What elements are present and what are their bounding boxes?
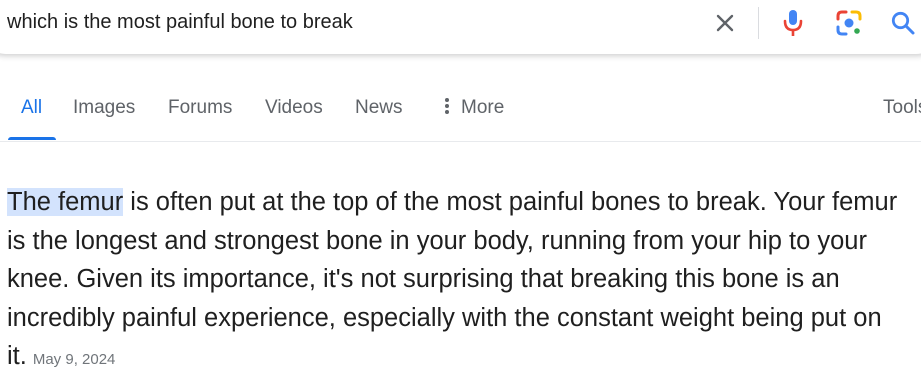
search-bar-divider <box>758 7 759 39</box>
active-tab-indicator <box>8 137 56 140</box>
tab-forums[interactable]: Forums <box>168 97 232 119</box>
google-lens-icon <box>836 10 862 36</box>
search-input[interactable]: which is the most painful bone to break <box>7 11 353 34</box>
snippet-text: is often put at the top of the most pain… <box>7 188 898 370</box>
tab-news[interactable]: News <box>355 97 403 119</box>
clear-button[interactable] <box>708 6 742 40</box>
search-bar: which is the most painful bone to break <box>0 0 921 54</box>
tab-videos[interactable]: Videos <box>265 97 323 119</box>
more-vert-icon <box>445 98 449 114</box>
highlighted-answer: The femur <box>7 188 124 216</box>
search-button[interactable] <box>886 6 920 40</box>
microphone-icon <box>783 10 803 36</box>
snippet-date: May 9, 2024 <box>32 351 116 368</box>
search-tabs: All Images Forums Videos News More Tools <box>0 88 921 142</box>
tab-images[interactable]: Images <box>73 97 135 119</box>
tabs-divider <box>0 141 921 142</box>
search-icon <box>891 11 915 35</box>
search-results-page: which is the most painful bone to break <box>0 0 921 387</box>
tools-button[interactable]: Tools <box>883 97 921 119</box>
tab-all[interactable]: All <box>21 97 42 119</box>
lens-search-button[interactable] <box>832 6 866 40</box>
featured-snippet: The femur is often put at the top of the… <box>7 183 917 380</box>
voice-search-button[interactable] <box>776 6 810 40</box>
tab-more[interactable]: More <box>445 97 504 119</box>
close-icon <box>716 14 734 32</box>
tab-more-label: More <box>461 97 505 118</box>
